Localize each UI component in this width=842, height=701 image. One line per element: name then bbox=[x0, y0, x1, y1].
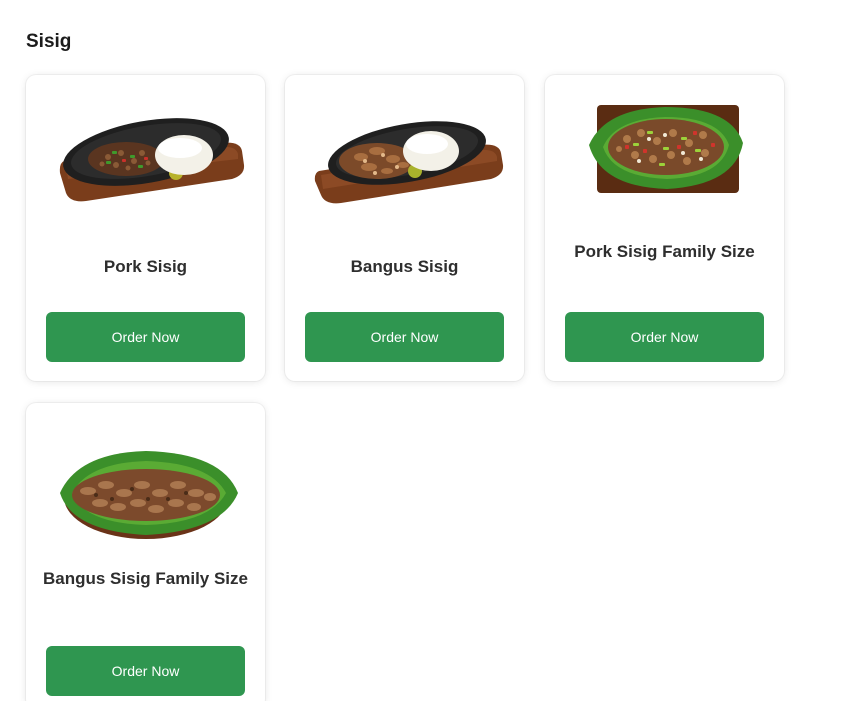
order-now-button[interactable]: Order Now bbox=[305, 312, 504, 362]
product-card-bangus-sisig-family-size[interactable]: Bangus Sisig Family Size Order Now bbox=[26, 403, 265, 701]
product-name: Bangus Sisig Family Size bbox=[42, 569, 248, 588]
product-name: Pork Sisig bbox=[103, 257, 188, 276]
order-now-button[interactable]: Order Now bbox=[565, 312, 764, 362]
order-now-button[interactable]: Order Now bbox=[46, 312, 245, 362]
product-card-pork-sisig-family-size[interactable]: Pork Sisig Family Size Order Now bbox=[545, 75, 784, 381]
order-now-button[interactable]: Order Now bbox=[46, 646, 245, 696]
product-card-bangus-sisig[interactable]: Bangus Sisig Order Now bbox=[285, 75, 524, 381]
product-name: Bangus Sisig bbox=[350, 257, 459, 276]
bangus-sisig-family-image[interactable] bbox=[26, 423, 265, 543]
pork-sisig-image[interactable] bbox=[26, 95, 265, 215]
product-name: Pork Sisig Family Size bbox=[574, 242, 755, 261]
section-title: Sisig bbox=[26, 31, 72, 52]
product-card-pork-sisig[interactable]: Pork Sisig Order Now bbox=[26, 75, 265, 381]
sisig-menu-page: Sisig Pork Sisig Order Now Bangus Sisig … bbox=[0, 0, 842, 701]
bangus-sisig-image[interactable] bbox=[285, 95, 524, 215]
pork-sisig-family-image[interactable] bbox=[545, 95, 784, 215]
